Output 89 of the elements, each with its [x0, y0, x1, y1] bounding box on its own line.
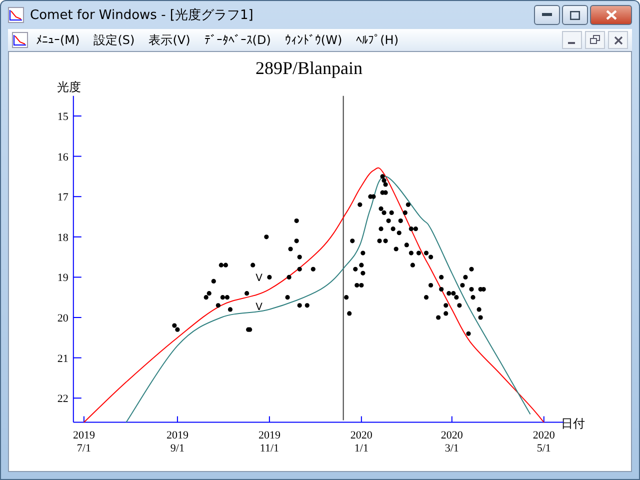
tick-label: 2020 3/1 [440, 429, 463, 454]
data-point [294, 238, 299, 244]
data-point [288, 246, 293, 252]
minimize-button[interactable] [562, 31, 582, 49]
data-point [470, 295, 476, 300]
minimize-icon [542, 13, 552, 17]
data-point [378, 226, 384, 232]
data-point [297, 303, 302, 308]
data-point [394, 246, 398, 252]
data-point [402, 210, 408, 216]
data-point [310, 266, 316, 272]
data-point [410, 262, 415, 268]
data-point [476, 307, 482, 312]
tick-label: 2019 11/1 [258, 429, 280, 454]
data-point [408, 250, 414, 256]
data-point [406, 202, 410, 207]
data-point [439, 287, 444, 292]
data-point [267, 274, 272, 280]
tick-label: 20 [57, 312, 68, 324]
data-point [304, 303, 310, 308]
data-point [216, 303, 220, 308]
menu-item[interactable]: ﾍﾙﾌﾟ(H) [350, 31, 405, 49]
menu-item[interactable]: ｳｨﾝﾄﾞｳ(W) [278, 31, 348, 49]
menu-item[interactable]: ﾃﾞｰﾀﾍﾞｰｽ(D) [198, 31, 277, 49]
window-title: Comet for Windows - [光度グラフ1] [30, 7, 254, 24]
data-point [457, 303, 462, 308]
data-point [444, 311, 448, 316]
mark-label: V [256, 302, 262, 313]
data-point [428, 282, 434, 288]
menu-item[interactable]: ﾒﾆｭｰ(M) [30, 31, 86, 49]
data-point [344, 295, 349, 300]
tick-label: 22 [57, 393, 68, 406]
data-point [250, 262, 256, 268]
data-point [404, 242, 409, 248]
data-point [463, 274, 468, 280]
close-button[interactable] [608, 31, 628, 49]
restore-button[interactable] [585, 31, 605, 49]
axis-title: 光度 [57, 80, 81, 94]
data-point [466, 331, 471, 336]
data-point [386, 218, 391, 224]
close-button[interactable] [590, 5, 632, 25]
data-point [286, 274, 292, 280]
data-point [347, 311, 352, 316]
tick-label: 21 [57, 352, 68, 365]
data-point [469, 287, 474, 292]
data-point [285, 295, 290, 300]
data-point [228, 307, 233, 312]
axis-title: 日付 [561, 416, 585, 430]
tick-label: 16 [57, 151, 68, 164]
data-point [360, 250, 366, 256]
data-point [211, 278, 216, 284]
close-icon [606, 10, 616, 20]
maximize-icon [570, 10, 580, 20]
tick-label: 2020 5/1 [532, 429, 555, 454]
menu-item[interactable]: 表示(V) [142, 30, 196, 50]
data-point [439, 274, 444, 280]
graph-icon [8, 7, 24, 23]
mark-label: V [256, 273, 262, 284]
data-point [436, 315, 441, 320]
data-point [478, 315, 483, 320]
tick-label: 18 [57, 232, 68, 244]
data-point [358, 202, 362, 207]
tick-label: 2020 1/1 [350, 429, 372, 454]
close-icon [614, 36, 622, 44]
tick-label: 15 [57, 111, 68, 123]
restore-icon [590, 35, 600, 45]
data-point [297, 254, 302, 260]
chart-title: 289P/Blanpain [256, 58, 362, 78]
tick-label: 2019 7/1 [72, 429, 95, 454]
data-point [360, 270, 366, 276]
data-point [469, 266, 474, 272]
data-point [398, 218, 403, 224]
menu-item[interactable]: 設定(S) [88, 30, 141, 50]
data-point [424, 295, 429, 300]
tick-label: 19 [57, 272, 68, 284]
data-point [444, 303, 448, 308]
data-point [244, 291, 250, 296]
tick-label: 2019 9/1 [166, 429, 188, 454]
data-point [294, 218, 299, 224]
data-point [389, 210, 394, 216]
data-point [416, 250, 422, 256]
minimize-button[interactable] [534, 5, 560, 25]
tick-label: 17 [57, 192, 68, 204]
graph-icon [12, 32, 28, 48]
data-point [297, 266, 302, 272]
data-point [350, 238, 355, 244]
maximize-button[interactable] [562, 5, 588, 25]
data-point [460, 282, 465, 288]
data-point [264, 234, 269, 240]
